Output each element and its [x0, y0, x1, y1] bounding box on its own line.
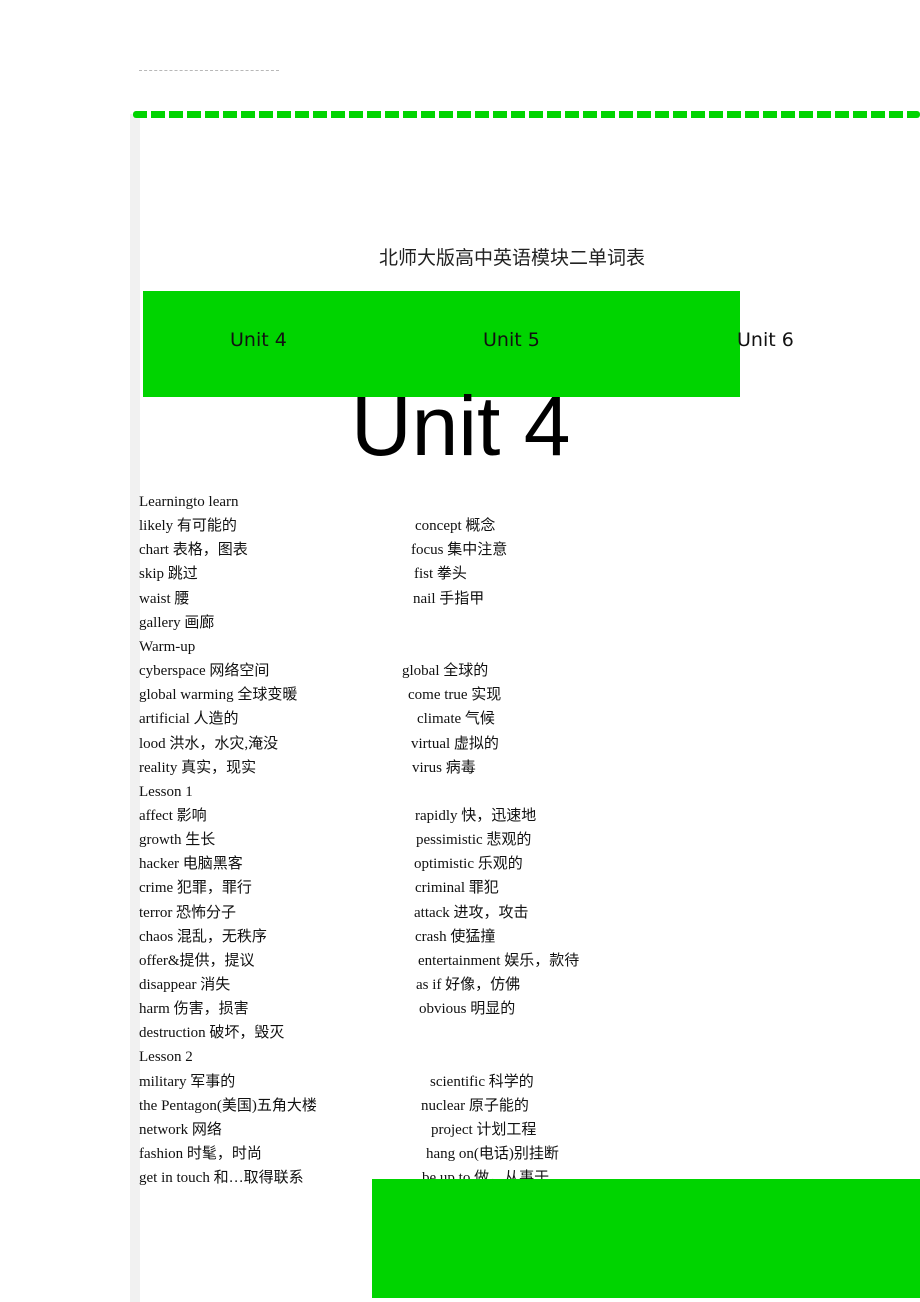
vocab-row: harm 伤害，损害 obvious 明显的: [139, 997, 919, 1021]
unit-heading: Unit 4: [351, 379, 571, 473]
vocab-right-entry: pessimistic 悲观的: [416, 832, 532, 849]
vocab-right-entry: project 计划工程: [431, 1121, 537, 1138]
vocab-left-entry: network 网络: [139, 1121, 222, 1138]
vocab-right-entry: focus 集中注意: [411, 542, 508, 559]
vocab-left-entry: lood 洪水，水灾,淹没: [139, 735, 279, 752]
vocab-row: reality 真实，现实 virus 病毒: [139, 756, 919, 780]
vocab-row: disappear 消失 as if 好像，仿佛: [139, 973, 919, 997]
vocab-left-entry: get in touch 和…取得联系: [139, 1170, 304, 1187]
vocab-left-entry: global warming 全球变暖: [139, 687, 298, 704]
vocab-left-entry: Lesson 1: [139, 783, 193, 800]
vocab-right-entry: obvious 明显的: [419, 1001, 516, 1018]
vocab-left-entry: growth 生长: [139, 832, 216, 849]
dashed-page-border: [133, 111, 920, 118]
vocab-right-entry: come true 实现: [408, 687, 502, 704]
nav-tab-unit-6[interactable]: Unit 6: [737, 329, 794, 351]
vocab-left-entry: military 军事的: [139, 1073, 236, 1090]
vocab-row: crime 犯罪，罪行 criminal 罪犯: [139, 876, 919, 900]
vocab-left-entry: chaos 混乱，无秩序: [139, 928, 267, 945]
vocab-left-entry: affect 影响: [139, 807, 207, 824]
vocab-row: likely 有可能的 concept 概念: [139, 514, 919, 538]
vocab-left-entry: waist 腰: [139, 590, 190, 607]
vocab-right-entry: climate 气候: [417, 711, 495, 728]
vocab-left-entry: artificial 人造的: [139, 711, 239, 728]
vocab-left-entry: hacker 电脑黑客: [139, 856, 243, 873]
vocab-row: chart 表格，图表 focus 集中注意: [139, 538, 919, 562]
vocab-left-entry: the Pentagon(美国)五角大楼: [139, 1097, 317, 1114]
nav-tab-unit-4[interactable]: Unit 4: [230, 329, 287, 351]
vocab-left-entry: reality 真实，现实: [139, 759, 257, 776]
vocab-left-entry: Lesson 2: [139, 1049, 193, 1066]
vocab-right-entry: scientific 科学的: [430, 1073, 534, 1090]
vocab-row: Lesson 2: [139, 1045, 919, 1069]
vocab-left-entry: harm 伤害，损害: [139, 1001, 249, 1018]
vocab-row: chaos 混乱，无秩序 crash 使猛撞: [139, 925, 919, 949]
vocab-row: growth 生长 pessimistic 悲观的: [139, 828, 919, 852]
vocab-right-entry: rapidly 快，迅速地: [415, 807, 537, 824]
vocab-row: skip 跳过 fist 拳头: [139, 562, 919, 586]
vocab-right-entry: concept 概念: [415, 518, 496, 535]
vocab-right-entry: attack 进攻，攻击: [414, 904, 529, 921]
vocab-row: network 网络 project 计划工程: [139, 1118, 919, 1142]
document-title: 北师大版高中英语模块二单词表: [378, 248, 645, 269]
vocab-left-entry: disappear 消失: [139, 977, 231, 993]
vocab-right-entry: nail 手指甲: [413, 590, 485, 607]
vocab-left-entry: destruction 破坏，毁灭: [139, 1025, 285, 1042]
vocab-right-entry: as if 好像，仿佛: [416, 977, 521, 993]
vocab-left-entry: chart 表格，图表: [139, 542, 248, 559]
vocab-right-entry: global 全球的: [402, 663, 489, 680]
vocab-left-entry: fashion 时髦，时尚: [139, 1146, 262, 1163]
vocab-row: terror 恐怖分子 attack 进攻，攻击: [139, 901, 919, 925]
vocab-row: Warm-up: [139, 635, 919, 659]
vocab-left-entry: crime 犯罪，罪行: [139, 880, 252, 897]
vocab-row: artificial 人造的 climate 气候: [139, 707, 919, 731]
vocab-row: the Pentagon(美国)五角大楼 nuclear 原子能的: [139, 1094, 919, 1118]
vocab-left-entry: likely 有可能的: [139, 518, 237, 535]
nav-tab-unit-5[interactable]: Unit 5: [483, 329, 540, 351]
vocab-row: fashion 时髦，时尚 hang on(电话)别挂断: [139, 1142, 919, 1166]
vocab-left-entry: Learningto learn: [139, 494, 239, 510]
vocab-left-entry: cyberspace 网络空间: [139, 663, 270, 680]
vocab-row: affect 影响 rapidly 快，迅速地: [139, 804, 919, 828]
vocab-row: lood 洪水，水灾,淹没 virtual 虚拟的: [139, 732, 919, 756]
vocab-row: Lesson 1: [139, 780, 919, 804]
vocab-left-entry: offer&提供，提议: [139, 952, 255, 969]
vocab-right-entry: virus 病毒: [412, 759, 476, 776]
vocab-row: gallery 画廊: [139, 611, 919, 635]
vocab-row: cyberspace 网络空间 global 全球的: [139, 659, 919, 683]
vocab-row: Learningto learn: [139, 490, 919, 514]
vocab-row: destruction 破坏，毁灭: [139, 1021, 919, 1045]
vocab-row: offer&提供，提议 entertainment 娱乐，款待: [139, 949, 919, 973]
vocab-right-entry: nuclear 原子能的: [421, 1097, 529, 1114]
vocab-right-entry: entertainment 娱乐，款待: [418, 952, 580, 969]
vocab-row: global warming 全球变暖 come true 实现: [139, 683, 919, 707]
header-rule: [139, 70, 279, 71]
vocab-right-entry: optimistic 乐观的: [414, 856, 523, 873]
vocab-right-entry: crash 使猛撞: [415, 928, 496, 945]
vocab-left-entry: skip 跳过: [139, 566, 198, 583]
green-footer-block: [372, 1179, 920, 1298]
vocab-right-entry: criminal 罪犯: [415, 880, 499, 897]
vocab-row: waist 腰 nail 手指甲: [139, 587, 919, 611]
vocab-left-entry: Warm-up: [139, 638, 196, 655]
vocab-right-entry: virtual 虚拟的: [411, 735, 499, 752]
vocab-right-entry: fist 拳头: [414, 566, 467, 583]
vocab-row: hacker 电脑黑客 optimistic 乐观的: [139, 852, 919, 876]
vocab-row: military 军事的 scientific 科学的: [139, 1070, 919, 1094]
vocab-right-entry: hang on(电话)别挂断: [426, 1146, 559, 1163]
vocab-left-entry: terror 恐怖分子: [139, 904, 237, 921]
vocab-left-entry: gallery 画廊: [139, 614, 215, 631]
